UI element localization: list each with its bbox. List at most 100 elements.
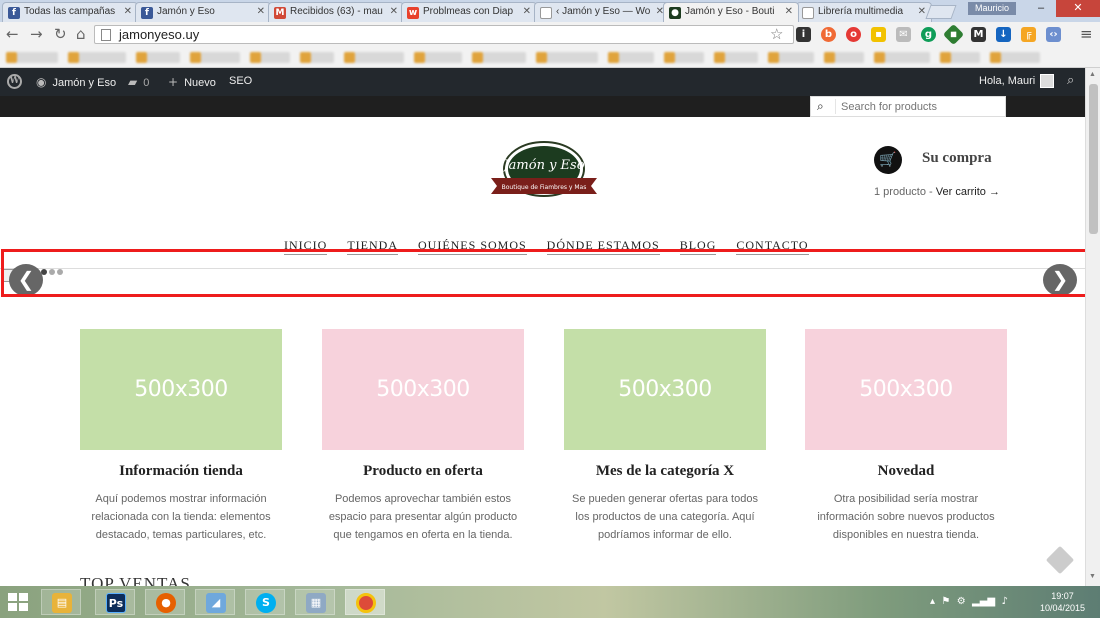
extension-icon[interactable]: i [796,27,811,42]
bookmark-item[interactable] [824,52,864,63]
placeholder-image[interactable]: 500x300 [80,329,282,450]
scroll-up-icon[interactable]: ▲ [1089,71,1096,78]
signal-icon[interactable]: ▂▄▆ [972,596,995,607]
extension-icon[interactable]: ▪ [871,27,886,42]
placeholder-image[interactable]: 500x300 [805,329,1007,450]
bookmark-item[interactable] [536,52,598,63]
bookmark-item[interactable] [714,52,758,63]
tab-label: ‹ Jamón y Eso — Wo [556,6,651,17]
flag-icon[interactable]: ⚑ [941,596,950,607]
volume-icon[interactable]: ♪ [1001,596,1007,607]
cart-title[interactable]: Su compra [922,150,992,167]
extension-icon[interactable]: b [821,27,836,42]
bookmark-item[interactable] [990,52,1040,63]
feature-text: Podemos aprovechar también estos espacio… [328,493,518,541]
site-logo[interactable]: Jamón y Eso Boutique de Fiambres y Mas [487,140,601,202]
bookmark-item[interactable] [190,52,240,63]
bookmark-item[interactable] [608,52,654,63]
new-tab-button[interactable] [925,5,957,19]
taskbar-chrome[interactable] [345,589,385,615]
browser-tab[interactable]: ‹ Jamón y Eso — Wo ✕ [534,2,670,22]
window-close-icon[interactable]: ✕ [1056,0,1100,17]
placeholder-image[interactable]: 500x300 [322,329,524,450]
browser-tab[interactable]: f Jamón y Eso ✕ [135,2,271,22]
avatar[interactable] [1040,74,1054,88]
browser-user-badge[interactable]: Mauricio [968,2,1016,15]
feature-title[interactable]: Mes de la categoría X [564,463,766,480]
tab-label: Todas las campañas [24,6,116,17]
extension-icon[interactable]: g [921,27,936,42]
bookmark-item[interactable] [250,52,290,63]
back-icon[interactable]: ← [6,25,19,43]
feature-title[interactable]: Información tienda [80,463,282,480]
bookmark-item[interactable] [300,52,334,63]
bookmark-item[interactable] [136,52,180,63]
mail-icon[interactable]: ✉ [896,27,911,42]
admin-new-link[interactable]: + Nuevo [168,75,216,89]
bookmark-item[interactable] [874,52,930,63]
close-icon[interactable]: ✕ [785,6,793,17]
system-clock[interactable]: 19:07 10/04/2015 [1040,590,1085,614]
extension-icon[interactable]: ‹› [1046,27,1061,42]
close-icon[interactable]: ✕ [918,6,926,17]
extension-icon[interactable]: ◆ [942,23,965,46]
page-icon [802,7,814,19]
home-icon[interactable]: ⌂ [76,25,86,43]
logo-title: Jamón y Eso [500,158,584,173]
bookmark-item[interactable] [768,52,814,63]
view-cart-link[interactable]: Ver carrito → [936,186,1000,198]
scroll-down-icon[interactable]: ▼ [1089,573,1096,580]
search-input[interactable] [835,99,1000,114]
admin-greeting[interactable]: Hola, Mauri [979,75,1035,87]
close-icon[interactable]: ✕ [124,6,132,17]
taskbar-firefox[interactable]: ● [145,589,185,615]
menu-icon[interactable]: ≡ [1080,25,1093,43]
wordpress-icon[interactable]: W [7,74,22,89]
search-icon[interactable]: ⌕ [1067,73,1074,88]
browser-tab[interactable]: Librería multimedia ✕ [796,2,932,22]
extension-icon[interactable]: o [846,27,861,42]
scroll-top-icon[interactable] [1045,545,1075,575]
bookmark-item[interactable] [940,52,980,63]
bookmark-item[interactable] [6,52,58,63]
forward-icon[interactable]: → [30,25,43,43]
search-icon[interactable]: ⌕ [817,99,824,114]
admin-site-link[interactable]: ◉ Jamón y Eso [36,75,116,89]
browser-tab[interactable]: w Problmeas con Diap ✕ [401,2,537,22]
scrollbar[interactable]: ▲ ▼ [1085,68,1100,586]
admin-seo-link[interactable]: SEO [229,75,252,87]
address-bar[interactable]: jamonyeso.uy [94,25,794,44]
close-icon[interactable]: ✕ [523,6,531,17]
browser-tab[interactable]: M Recibidos (63) - mau ✕ [268,2,404,22]
cart-icon[interactable]: 🛒 [874,146,902,174]
slider-highlight-box [1,249,1098,297]
extension-icon[interactable]: ↓ [996,27,1011,42]
bookmark-item[interactable] [472,52,526,63]
bookmark-item[interactable] [344,52,404,63]
reload-icon[interactable]: ↻ [54,25,67,43]
extension-icon[interactable]: ╔ [1021,27,1036,42]
chevron-up-icon[interactable]: ▴ [930,596,935,607]
feature-title[interactable]: Producto en oferta [322,463,524,480]
browser-tab-active[interactable]: ● Jamón y Eso - Bouti ✕ [663,2,799,22]
bookmark-item[interactable] [68,52,126,63]
placeholder-image[interactable]: 500x300 [564,329,766,450]
taskbar-calculator[interactable]: ▦ [295,589,335,615]
scrollbar-thumb[interactable] [1089,84,1098,234]
taskbar-skype[interactable]: S [245,589,285,615]
feature-title[interactable]: Novedad [805,463,1007,480]
extension-icon[interactable]: M [971,27,986,42]
bookmark-item[interactable] [414,52,462,63]
bookmark-star-icon[interactable]: ☆ [770,25,783,43]
close-icon[interactable]: ✕ [390,6,398,17]
taskbar-notes[interactable]: ◢ [195,589,235,615]
taskbar-photoshop[interactable]: Ps [95,589,135,615]
network-icon[interactable]: ⚙ [957,596,966,607]
new-label: Nuevo [184,77,216,89]
browser-tab[interactable]: f Todas las campañas ✕ [2,2,138,22]
taskbar-explorer[interactable]: ▤ [41,589,81,615]
windows-start-icon[interactable] [8,593,28,611]
close-icon[interactable]: ✕ [257,6,265,17]
admin-comments-link[interactable]: ▰ 0 [128,75,149,89]
bookmark-item[interactable] [664,52,704,63]
